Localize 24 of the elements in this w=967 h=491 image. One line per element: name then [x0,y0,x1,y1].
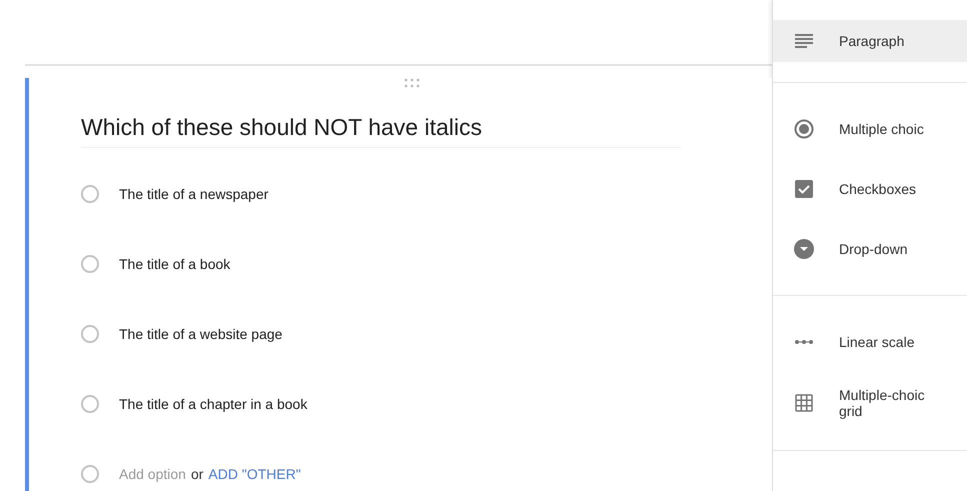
option-label[interactable]: The title of a newspaper [119,186,268,202]
dots-icon [795,340,813,344]
question-type-item[interactable]: Drop-down [773,228,967,270]
dropdown-icon [794,239,814,259]
question-type-item[interactable]: Multiple-choic grid [773,381,967,425]
option-label[interactable]: The title of a book [119,256,230,272]
checkbox-icon [795,180,813,198]
drag-handle-icon[interactable] [402,78,422,88]
grid-icon [795,394,813,412]
question-type-item[interactable]: Multiple choic [773,108,967,150]
radio-icon [794,119,814,139]
radio-button[interactable] [81,185,99,203]
question-type-item[interactable]: Paragraph [773,20,967,62]
option-label[interactable]: The title of a chapter in a book [119,396,308,412]
add-other-link[interactable]: ADD "OTHER" [208,466,301,482]
radio-button[interactable] [81,255,99,273]
radio-button[interactable] [81,395,99,413]
radio-button[interactable] [81,325,99,343]
question-type-item[interactable]: Checkboxes [773,168,967,210]
or-text: or [190,466,204,482]
option-label[interactable]: The title of a website page [119,326,282,342]
question-type-item[interactable]: Linear scale [773,321,967,363]
paragraph-icon [795,33,813,49]
question-title[interactable]: Which of these should NOT have italics [81,114,681,148]
